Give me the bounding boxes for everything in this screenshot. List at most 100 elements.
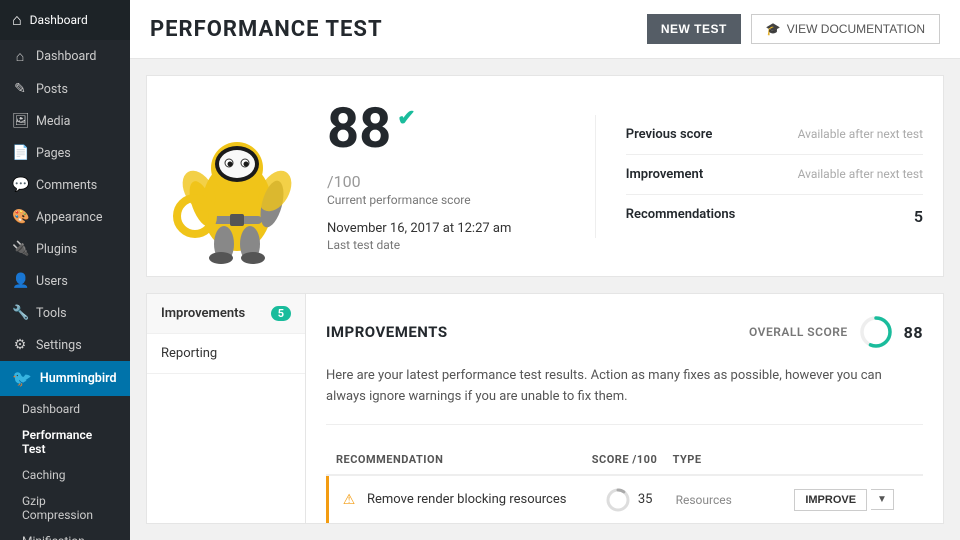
tab-reporting-label: Reporting xyxy=(161,346,217,361)
posts-icon: ✎ xyxy=(12,81,28,97)
media-icon: 🖼 xyxy=(12,113,28,129)
score-total: /100 xyxy=(327,172,575,191)
sidebar-item-label: Pages xyxy=(36,146,71,161)
panel-description: Here are your latest performance test re… xyxy=(326,366,923,425)
hummingbird-icon: 🐦 xyxy=(12,369,32,388)
hb-gzip-label: Gzip Compression xyxy=(22,494,118,522)
sidebar-item-tools[interactable]: 🔧 Tools xyxy=(0,297,130,329)
graduation-icon: 🎓 xyxy=(766,22,781,36)
stat-row-improvement: Improvement Available after next test xyxy=(626,155,923,195)
score-value: 88 xyxy=(327,100,391,156)
improve-dropdown-0[interactable]: ▼ xyxy=(871,489,894,510)
overall-score-section: OVERALL SCORE 88 xyxy=(749,314,923,350)
sidebar-item-hb-caching[interactable]: Caching xyxy=(0,462,130,488)
topbar: PERFORMANCE TEST NEW TEST 🎓 VIEW DOCUMEN… xyxy=(130,0,960,59)
sidebar-item-label: Posts xyxy=(36,82,68,97)
left-tabs: Improvements 5 Reporting xyxy=(146,293,306,524)
score-check-icon: ✔ xyxy=(397,108,415,130)
pages-icon: 📄 xyxy=(12,145,28,161)
row-score-0: 35 xyxy=(581,486,676,514)
dashboard-icon: ⌂ xyxy=(12,48,28,65)
stat-value-recommendations: 5 xyxy=(914,207,923,226)
sidebar-logo-label: Dashboard xyxy=(30,13,88,27)
sidebar-item-label: Users xyxy=(36,274,68,289)
score-label: Current performance score xyxy=(327,193,575,207)
sidebar-logo[interactable]: ⌂ Dashboard xyxy=(0,0,130,40)
row-type-0: Resources xyxy=(676,493,795,507)
overall-score-label: OVERALL SCORE xyxy=(749,325,848,339)
new-test-button[interactable]: NEW TEST xyxy=(647,14,741,44)
sidebar-item-pages[interactable]: 📄 Pages xyxy=(0,137,130,169)
stat-label-recommendations: Recommendations xyxy=(626,207,736,226)
panel-title: IMPROVEMENTS xyxy=(326,323,448,341)
row-action-0: IMPROVE ▼ xyxy=(794,489,913,511)
content-area: Improvements 5 Reporting IMPROVEMENTS OV… xyxy=(146,293,944,524)
col-header-action xyxy=(793,453,913,466)
tab-reporting[interactable]: Reporting xyxy=(147,334,305,374)
sidebar-item-label: Dashboard xyxy=(36,49,96,64)
sidebar-item-label: Tools xyxy=(36,306,67,321)
score-date-label: Last test date xyxy=(327,238,575,252)
table-row: ⚠ Remove render blocking resources 35 Re… xyxy=(326,476,923,524)
sidebar-item-plugins[interactable]: 🔌 Plugins xyxy=(0,233,130,265)
row-label-0: Remove render blocking resources xyxy=(367,492,581,507)
hummingbird-header[interactable]: 🐦 Hummingbird xyxy=(0,361,130,396)
score-display: 88 ✔ xyxy=(327,100,575,156)
hb-caching-label: Caching xyxy=(22,468,66,482)
sidebar-item-label: Settings xyxy=(36,338,82,353)
sidebar-item-comments[interactable]: 💬 Comments xyxy=(0,169,130,201)
plugins-icon: 🔌 xyxy=(12,241,28,257)
sidebar-item-hb-dashboard[interactable]: Dashboard xyxy=(0,396,130,422)
hb-dashboard-label: Dashboard xyxy=(22,402,80,416)
wordpress-icon: ⌂ xyxy=(12,10,22,30)
main-content: PERFORMANCE TEST NEW TEST 🎓 VIEW DOCUMEN… xyxy=(130,0,960,540)
score-circle-0 xyxy=(604,486,632,514)
mascot-illustration xyxy=(167,96,307,256)
score-date: November 16, 2017 at 12:27 am xyxy=(327,221,575,236)
stat-label-improvement: Improvement xyxy=(626,167,703,182)
view-docs-label: VIEW DOCUMENTATION xyxy=(787,22,925,36)
sidebar-item-label: Media xyxy=(36,114,70,129)
improve-button-0[interactable]: IMPROVE xyxy=(794,489,867,511)
panel-header: IMPROVEMENTS OVERALL SCORE 88 xyxy=(326,314,923,350)
stat-row-recommendations: Recommendations 5 xyxy=(626,195,923,238)
settings-icon: ⚙ xyxy=(12,337,28,353)
view-documentation-button[interactable]: 🎓 VIEW DOCUMENTATION xyxy=(751,14,940,44)
tab-improvements-badge: 5 xyxy=(271,306,291,321)
overall-score-value: 88 xyxy=(904,323,923,342)
comments-icon: 💬 xyxy=(12,177,28,193)
page-title: PERFORMANCE TEST xyxy=(150,17,383,42)
sidebar-item-hb-gzip[interactable]: Gzip Compression xyxy=(0,488,130,528)
overall-score-donut xyxy=(858,314,894,350)
sidebar-item-media[interactable]: 🖼 Media xyxy=(0,105,130,137)
sidebar-item-label: Plugins xyxy=(36,242,77,257)
score-stats: Previous score Available after next test… xyxy=(595,115,923,238)
sidebar-item-label: Appearance xyxy=(36,210,103,225)
sidebar-item-dashboard[interactable]: ⌂ Dashboard xyxy=(0,40,130,73)
sidebar-item-hb-performance[interactable]: Performance Test xyxy=(0,422,130,462)
right-panel: IMPROVEMENTS OVERALL SCORE 88 Here are y… xyxy=(306,293,944,524)
topbar-buttons: NEW TEST 🎓 VIEW DOCUMENTATION xyxy=(647,14,940,44)
sidebar: ⌂ Dashboard ⌂ Dashboard ✎ Posts 🖼 Media … xyxy=(0,0,130,540)
stat-label-previous: Previous score xyxy=(626,127,713,142)
col-header-score: Score /100 xyxy=(576,453,672,466)
hummingbird-label: Hummingbird xyxy=(40,371,117,386)
sidebar-item-hb-minification[interactable]: Minification xyxy=(0,528,130,540)
hb-performance-label: Performance Test xyxy=(22,428,118,456)
tab-improvements[interactable]: Improvements 5 xyxy=(147,294,305,334)
stat-value-improvement: Available after next test xyxy=(798,167,923,182)
tab-improvements-label: Improvements xyxy=(161,306,245,321)
sidebar-item-appearance[interactable]: 🎨 Appearance xyxy=(0,201,130,233)
stat-value-previous: Available after next test xyxy=(798,127,923,142)
warning-icon: ⚠ xyxy=(339,492,359,508)
appearance-icon: 🎨 xyxy=(12,209,28,225)
stat-row-previous: Previous score Available after next test xyxy=(626,115,923,155)
sidebar-item-posts[interactable]: ✎ Posts xyxy=(0,73,130,105)
users-icon: 👤 xyxy=(12,273,28,289)
tools-icon: 🔧 xyxy=(12,305,28,321)
sidebar-item-users[interactable]: 👤 Users xyxy=(0,265,130,297)
sidebar-item-settings[interactable]: ⚙ Settings xyxy=(0,329,130,361)
sidebar-item-label: Comments xyxy=(36,178,97,193)
row-score-value-0: 35 xyxy=(638,492,653,507)
col-header-type: Type xyxy=(673,453,793,466)
